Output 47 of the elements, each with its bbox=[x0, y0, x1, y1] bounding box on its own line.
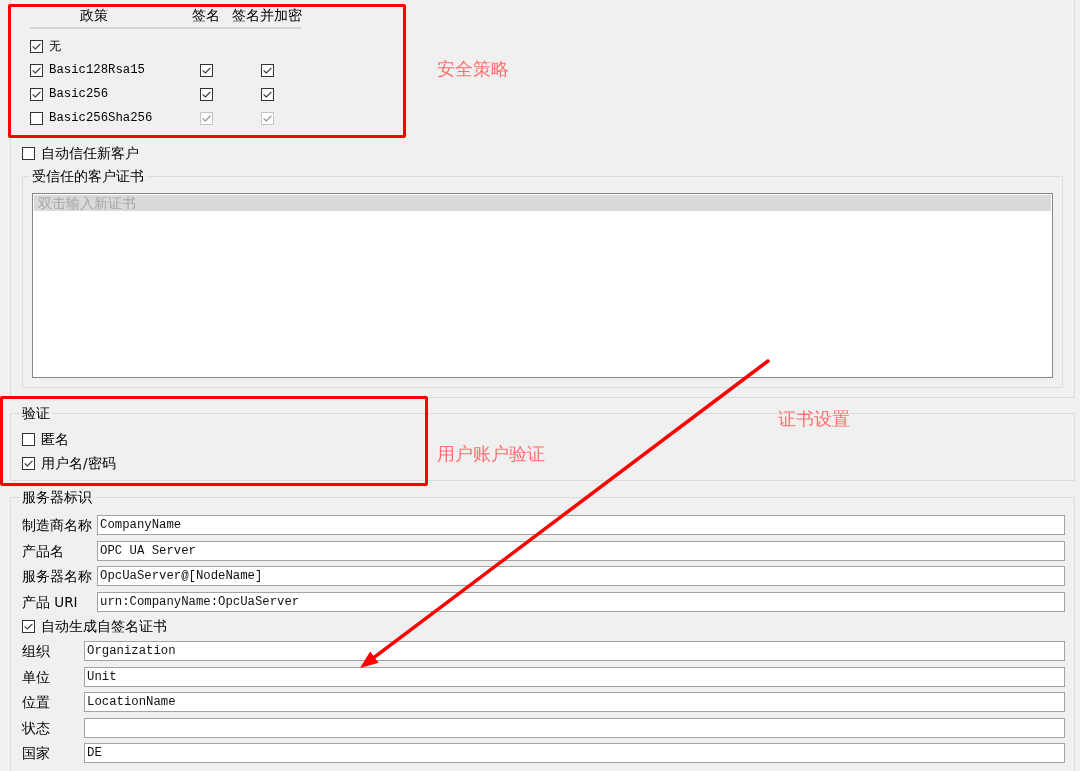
checkbox[interactable] bbox=[22, 456, 35, 470]
checkbox[interactable] bbox=[22, 619, 35, 633]
checkbox[interactable] bbox=[30, 39, 43, 53]
checkbox[interactable] bbox=[30, 63, 43, 77]
text-field[interactable]: DE bbox=[84, 743, 1065, 764]
policy-name: Basic128Rsa15 bbox=[49, 63, 145, 77]
column-header: 签名并加密 bbox=[232, 6, 302, 25]
checkbox-label: 匿名 bbox=[41, 431, 69, 447]
checkbox[interactable] bbox=[30, 87, 43, 101]
checkbox[interactable] bbox=[22, 146, 35, 160]
checkbox[interactable] bbox=[199, 87, 213, 101]
field-label: 单位 bbox=[22, 668, 51, 685]
field-label: 国家 bbox=[22, 745, 51, 762]
checkbox-label: 用户名/密码 bbox=[41, 455, 116, 471]
field-label: 服务器名称 bbox=[22, 568, 93, 585]
policy-name: Basic256Sha256 bbox=[49, 111, 153, 125]
checkbox[interactable] bbox=[260, 87, 274, 101]
checkbox[interactable] bbox=[260, 63, 274, 77]
group-title: 受信任的客户证书 bbox=[31, 169, 145, 183]
annotation-note: 证书设置 bbox=[778, 409, 850, 429]
text-field[interactable]: LocationName bbox=[84, 692, 1065, 713]
column-header: 签名 bbox=[192, 6, 220, 25]
text-field[interactable] bbox=[84, 717, 1065, 738]
field-label: 组织 bbox=[22, 642, 51, 659]
checkbox-label: 自动生成自签名证书 bbox=[41, 618, 167, 635]
annotation-note: 安全策略 bbox=[437, 59, 509, 79]
text-field[interactable]: urn:CompanyName:OpcUaServer bbox=[97, 591, 1065, 612]
text-field[interactable]: Organization bbox=[84, 640, 1065, 661]
field-label: 状态 bbox=[22, 719, 51, 736]
group-title: 服务器标识 bbox=[21, 490, 93, 504]
text-field[interactable]: CompanyName bbox=[97, 515, 1065, 535]
field-label: 位置 bbox=[22, 694, 51, 711]
text-field[interactable]: Unit bbox=[84, 666, 1065, 687]
field-label: 产品名 bbox=[22, 542, 65, 559]
checkbox[interactable] bbox=[199, 63, 213, 77]
field-label: 制造商名称 bbox=[22, 517, 93, 533]
checkbox-label: 自动信任新客户 bbox=[41, 145, 139, 161]
text-field[interactable]: OPC UA Server bbox=[97, 540, 1065, 561]
policy-name: 无 bbox=[49, 38, 61, 55]
column-header: 政策 bbox=[80, 6, 108, 25]
policy-name: Basic256 bbox=[49, 87, 109, 101]
text-field[interactable]: OpcUaServer@[NodeName] bbox=[97, 566, 1065, 587]
checkbox[interactable] bbox=[22, 432, 35, 446]
field-label: 产品 URI bbox=[22, 593, 79, 610]
group-title: 验证 bbox=[21, 406, 51, 420]
annotation-note: 用户账户验证 bbox=[437, 444, 545, 464]
checkbox[interactable] bbox=[30, 111, 43, 125]
